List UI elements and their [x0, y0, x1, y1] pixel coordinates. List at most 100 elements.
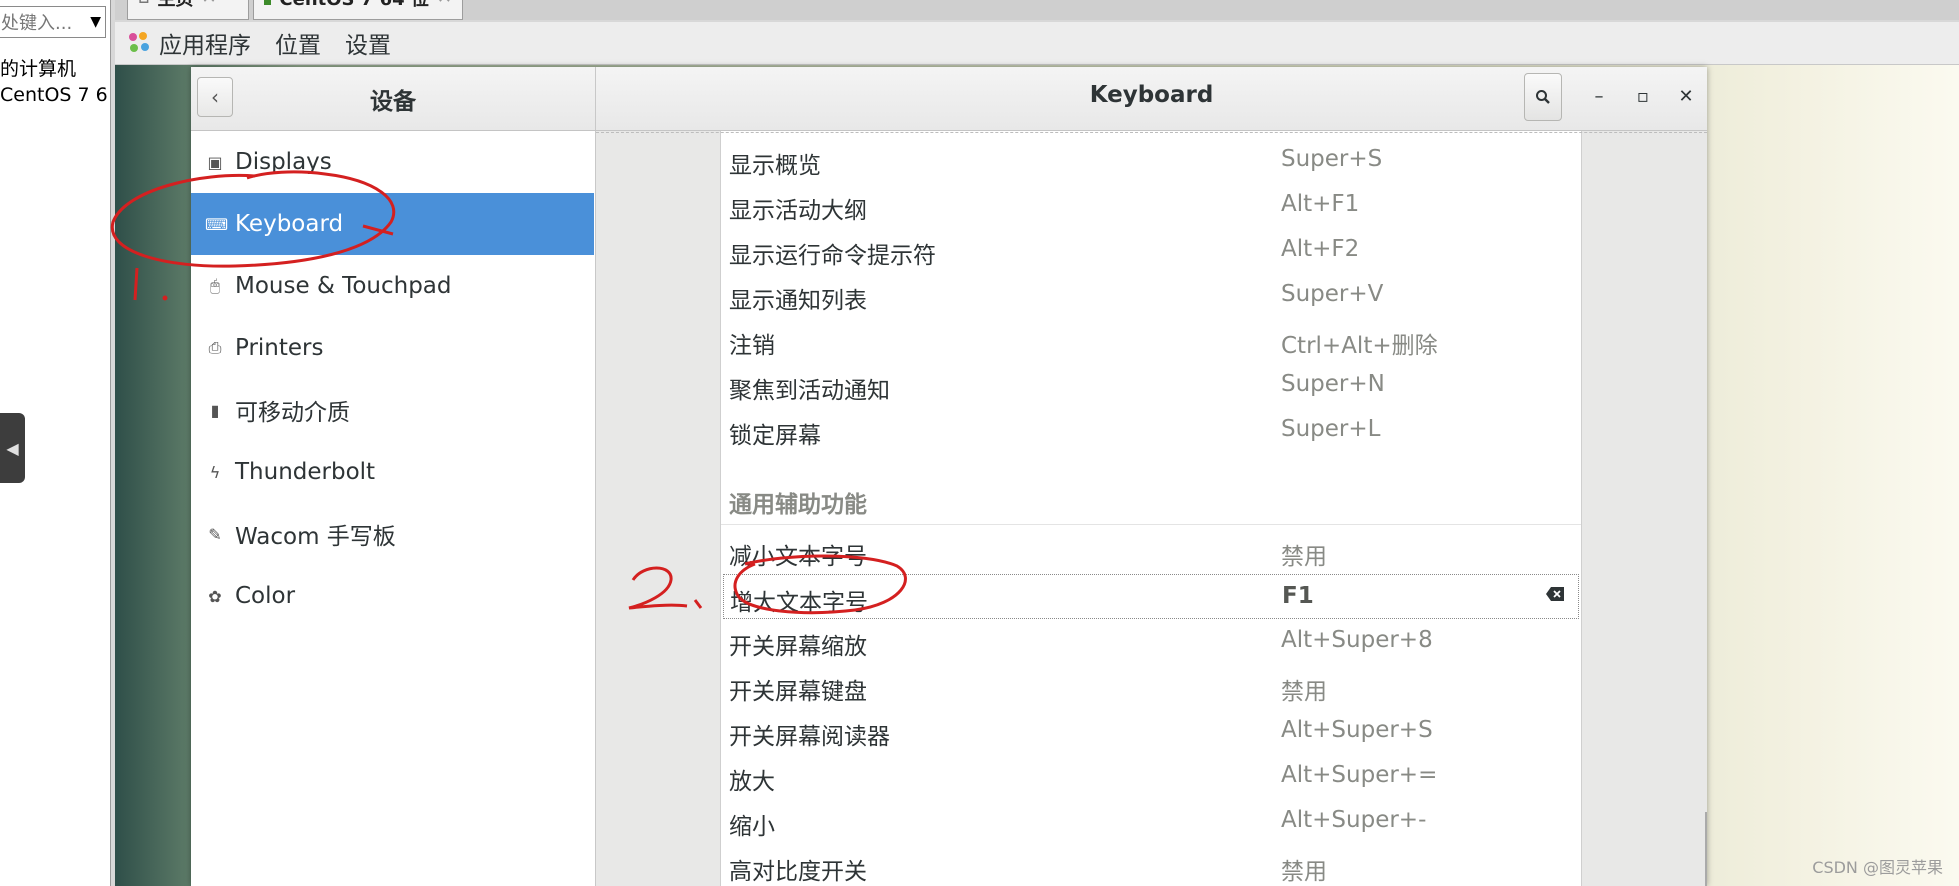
- section-title-accessibility: 通用辅助功能: [721, 481, 1581, 525]
- shortcut-keys: Alt+Super+-: [1281, 807, 1427, 833]
- shortcut-name: 注销: [729, 333, 775, 359]
- shortcut-row[interactable]: 放大 Alt+Super+=: [721, 754, 1581, 799]
- shortcut-row[interactable]: 缩小 Alt+Super+-: [721, 799, 1581, 844]
- sidebar-item-label: Wacom 手写板: [235, 524, 396, 550]
- sidebar-item-displays[interactable]: ▣ Displays: [191, 131, 594, 193]
- shortcut-name: 缩小: [729, 814, 775, 840]
- close-button[interactable]: ✕: [1674, 84, 1698, 108]
- menu-applications[interactable]: 应用程序: [159, 26, 251, 60]
- shortcut-row[interactable]: 开关屏幕阅读器 Alt+Super+S: [721, 709, 1581, 754]
- shortcut-row[interactable]: 聚焦到活动通知 Super+N: [721, 363, 1581, 408]
- shortcut-row[interactable]: 减小文本字号 禁用: [721, 529, 1581, 574]
- close-icon[interactable]: ✕: [201, 0, 216, 8]
- shortcut-keys: Super+V: [1281, 281, 1384, 307]
- host-tree-item-centos[interactable]: CentOS 7 64: [0, 84, 108, 106]
- sidebar-item-color[interactable]: ✿ Color: [191, 565, 594, 627]
- sidebar-item-label: Thunderbolt: [235, 459, 376, 485]
- host-tab-bar: ⌂ 主页 ✕ CentOS 7 64 位 ✕: [115, 0, 1959, 20]
- host-tab-label: CentOS 7 64 位: [279, 0, 428, 11]
- shortcut-keys: Alt+Super+8: [1281, 627, 1433, 653]
- host-tree-item-computer[interactable]: 的计算机: [0, 54, 108, 81]
- host-tab-label: 主页: [157, 0, 193, 11]
- sidebar-item-keyboard[interactable]: ⌨ Keyboard: [191, 193, 594, 255]
- sidebar-item-printers[interactable]: ⎙ Printers: [191, 317, 594, 379]
- search-button[interactable]: [1524, 73, 1562, 121]
- shortcut-name: 放大: [729, 769, 775, 795]
- tablet-icon: ✎: [208, 524, 222, 544]
- gnome-foot-icon: [127, 31, 151, 55]
- shortcut-keys: 禁用: [1281, 859, 1327, 885]
- shortcuts-panel: 显示概览 Super+S 显示活动大纲 Alt+F1 显示运行命令提示符 Alt…: [596, 131, 1707, 886]
- shortcut-name: 显示活动大纲: [729, 198, 867, 224]
- shortcut-row[interactable]: 开关屏幕键盘 禁用: [721, 664, 1581, 709]
- sidebar-item-label: Displays: [235, 149, 332, 175]
- maximize-button[interactable]: ▫: [1631, 84, 1655, 108]
- host-search-input[interactable]: 处键入... ▼: [0, 6, 106, 38]
- shortcut-name: 显示概览: [729, 153, 821, 179]
- shortcut-row[interactable]: 开关屏幕缩放 Alt+Super+8: [721, 619, 1581, 664]
- shortcut-keys: Alt+F1: [1281, 191, 1360, 217]
- chevron-down-icon[interactable]: ▼: [86, 14, 105, 30]
- shortcut-name: 高对比度开关: [729, 859, 867, 885]
- shortcut-keys: Super+L: [1281, 416, 1381, 442]
- list-scroll-edge: [596, 132, 1707, 133]
- shortcut-list: 显示概览 Super+S 显示活动大纲 Alt+F1 显示运行命令提示符 Alt…: [720, 131, 1582, 886]
- host-tab-home[interactable]: ⌂ 主页 ✕: [127, 0, 249, 20]
- shortcut-name: 显示运行命令提示符: [729, 243, 936, 269]
- sidebar-item-label: Color: [235, 583, 296, 609]
- watermark: CSDN @图灵苹果: [1812, 858, 1943, 877]
- shortcut-row-selected[interactable]: 增大文本字号 F1: [723, 574, 1579, 619]
- color-icon: ✿: [208, 586, 222, 606]
- close-icon[interactable]: ✕: [437, 0, 452, 8]
- shortcut-keys: Alt+Super+S: [1281, 717, 1433, 743]
- sidebar-title: 设备: [370, 89, 416, 115]
- thunderbolt-icon: ϟ: [209, 462, 221, 482]
- shortcut-keys: 禁用: [1281, 679, 1327, 705]
- shortcut-name: 锁定屏幕: [729, 423, 821, 449]
- shortcut-name: 开关屏幕阅读器: [729, 724, 890, 750]
- home-icon: ⌂: [138, 0, 149, 8]
- scrollbar[interactable]: [1705, 812, 1707, 886]
- shortcut-name: 开关屏幕键盘: [729, 679, 867, 705]
- sidebar-item-label: Mouse & Touchpad: [235, 273, 452, 299]
- shortcut-row[interactable]: 显示概览 Super+S: [721, 138, 1581, 183]
- gnome-top-bar: 应用程序 位置 设置: [115, 22, 1959, 65]
- shortcut-name: 减小文本字号: [729, 544, 867, 570]
- mouse-icon: 🖱: [210, 276, 220, 295]
- shortcut-keys: Ctrl+Alt+删除: [1281, 333, 1438, 359]
- menu-places[interactable]: 位置: [275, 26, 321, 60]
- shortcut-row[interactable]: 注销 Ctrl+Alt+删除: [721, 318, 1581, 363]
- device-sidebar: ▣ Displays ⌨ Keyboard 🖱 Mouse & Touchpad…: [191, 131, 596, 886]
- sidebar-item-removable-media[interactable]: ▮ 可移动介质: [191, 379, 594, 441]
- shortcut-name: 增大文本字号: [730, 590, 868, 616]
- collapse-panel-icon[interactable]: ◀: [0, 413, 25, 483]
- shortcut-row[interactable]: 显示活动大纲 Alt+F1: [721, 183, 1581, 228]
- sidebar-item-label: Printers: [235, 335, 324, 361]
- shortcut-keys: Alt+F2: [1281, 236, 1360, 262]
- shortcut-keys: Super+N: [1281, 371, 1385, 397]
- clear-shortcut-icon[interactable]: [1546, 587, 1564, 601]
- shortcut-row[interactable]: 显示运行命令提示符 Alt+F2: [721, 228, 1581, 273]
- minimize-button[interactable]: –: [1587, 84, 1611, 108]
- search-icon: [1536, 90, 1550, 104]
- shortcut-row[interactable]: 显示通知列表 Super+V: [721, 273, 1581, 318]
- shortcut-name: 显示通知列表: [729, 288, 867, 314]
- host-tab-centos[interactable]: CentOS 7 64 位 ✕: [253, 0, 463, 20]
- host-search-placeholder: 处键入...: [1, 13, 73, 34]
- shortcut-row[interactable]: 锁定屏幕 Super+L: [721, 408, 1581, 453]
- shortcut-keys: F1: [1282, 583, 1314, 609]
- partially-hidden-row: [721, 129, 1581, 137]
- shortcut-row[interactable]: 高对比度开关 禁用: [721, 844, 1581, 886]
- menu-settings[interactable]: 设置: [345, 26, 391, 60]
- display-icon: ▣: [207, 152, 223, 172]
- shortcut-name: 开关屏幕缩放: [729, 634, 867, 660]
- sidebar-item-label: 可移动介质: [235, 400, 350, 426]
- sidebar-item-thunderbolt[interactable]: ϟ Thunderbolt: [191, 441, 594, 503]
- removable-media-icon: ▮: [210, 400, 220, 420]
- sidebar-item-mouse-touchpad[interactable]: 🖱 Mouse & Touchpad: [191, 255, 594, 317]
- sidebar-item-label: Keyboard: [235, 211, 344, 237]
- shortcut-keys: 禁用: [1281, 544, 1327, 570]
- sidebar-item-wacom[interactable]: ✎ Wacom 手写板: [191, 503, 594, 565]
- window-header-bar: ‹ 设备 Keyboard – ▫ ✕: [191, 67, 1707, 131]
- settings-window: ‹ 设备 Keyboard – ▫ ✕ ▣ Displays ⌨ Keyboar…: [191, 67, 1707, 886]
